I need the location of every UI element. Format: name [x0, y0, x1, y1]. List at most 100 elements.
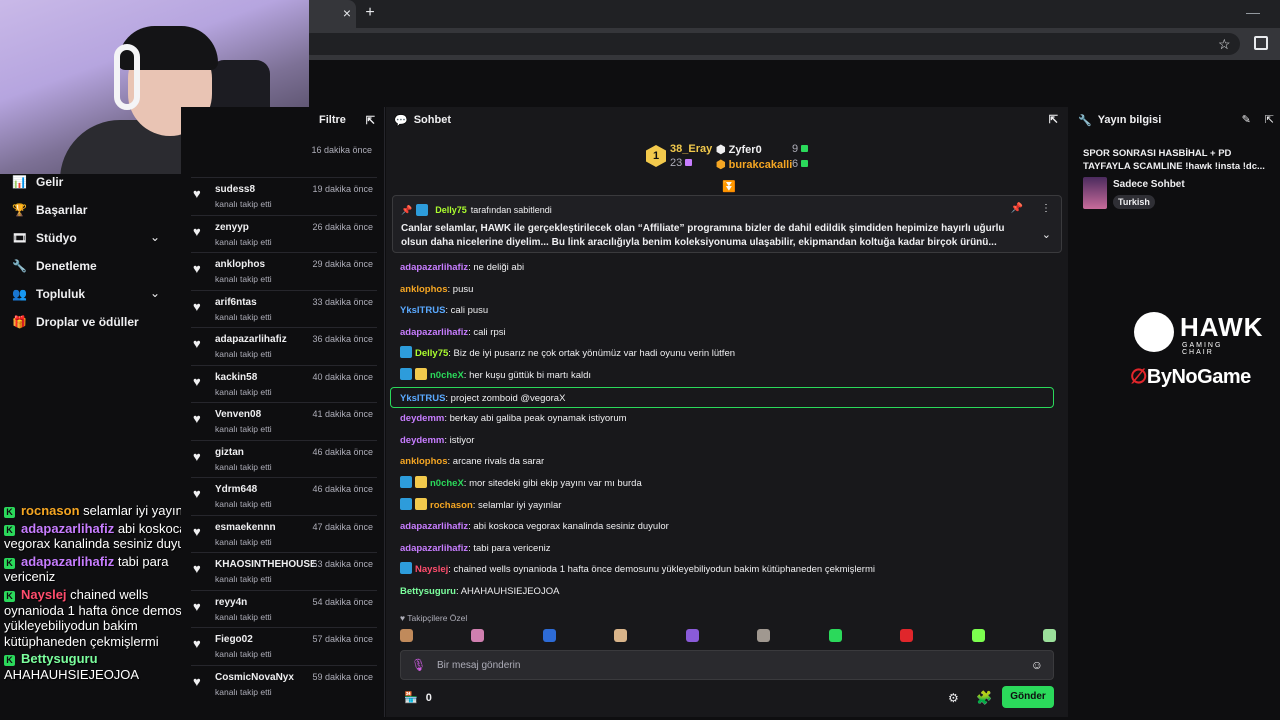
address-bar[interactable] [300, 33, 1240, 55]
popout-icon[interactable]: ⇱ [1265, 113, 1274, 126]
chat-message[interactable]: adapazarlihafiz: cali rpsi [396, 322, 1058, 344]
feed-username[interactable]: adapazarlihafiz [215, 334, 287, 345]
extensions-icon[interactable] [1254, 36, 1268, 50]
feed-row[interactable]: ♥ Venven08 kanalı takip etti 41 dakika önce [191, 402, 377, 440]
chevron-down-icon[interactable]: ⌄ [150, 286, 160, 300]
chat-message[interactable]: YksITRUS: cali pusu [396, 300, 1058, 322]
feed-row[interactable]: ♥ arif6ntas kanalı takip etti 33 dakika önc… [191, 289, 377, 328]
send-button[interactable]: Gönder [1002, 686, 1054, 708]
feed-row[interactable]: ♥ zenyyp kanalı takip etti 26 dakika önce [191, 214, 377, 253]
chat-username[interactable]: Nayslej [415, 564, 448, 575]
chat-leaderboard[interactable]: 1 38_Eray 23 ⬢ Zyfer0 9 ⬢ burakcakalli 6 [646, 141, 826, 171]
new-tab-icon[interactable]: + [362, 5, 378, 21]
feed-username[interactable]: Fiego02 [215, 634, 253, 645]
chat-message[interactable]: n0cheX: mor sitedeki gibi ekip yayını va… [396, 473, 1058, 495]
feed-row[interactable]: ♥ esmaekennn kanalı takip etti 47 dakika ön… [191, 514, 377, 553]
feed-username[interactable]: Ydrm648 [215, 484, 257, 495]
chat-message[interactable]: n0cheX: her kuşu güttük bi martı kaldı [396, 365, 1058, 387]
emote-icon[interactable] [685, 629, 699, 642]
emote-icon[interactable] [1042, 629, 1056, 642]
nav-item[interactable]: 🎁 Droplar ve ödüller [12, 314, 139, 330]
chat-message[interactable]: deydemm: berkay abi galiba peak oynamak … [396, 408, 1058, 430]
feed-row[interactable]: ♥ Fiego02 kanalı takip etti 57 dakika önce [191, 627, 377, 665]
emote-icon[interactable] [828, 629, 842, 642]
feed-row[interactable]: ♥ adapazarlihafiz kanalı takip etti 36 daki… [191, 327, 377, 365]
chat-message[interactable]: deydemm: istiyor [396, 430, 1058, 452]
chat-username[interactable]: n0cheX [430, 478, 464, 489]
chat-input[interactable]: 🎙 Bir mesaj gönderin ☺ [400, 650, 1054, 680]
chat-username[interactable]: Delly75 [415, 348, 448, 359]
chat-message[interactable]: Nayslej: chained wells oynanioda 1 hafta… [396, 559, 1058, 581]
emote-icon[interactable] [400, 629, 413, 642]
chat-message[interactable]: anklophos: arcane rivals da sarar [396, 451, 1058, 473]
emote-icon[interactable] [542, 629, 556, 642]
feed-username[interactable]: CosmicNovaNyx [215, 672, 294, 683]
chat-username[interactable]: adapazarlihafiz [400, 521, 468, 532]
emote-icon[interactable] [900, 629, 914, 642]
unpin-icon[interactable]: 📌 [1011, 203, 1023, 214]
feed-username[interactable]: kackin58 [215, 372, 257, 383]
minimize-icon[interactable]: — [1246, 4, 1260, 20]
feed-row[interactable]: ♥ giztan kanalı takip etti 46 dakika önce [191, 439, 377, 478]
chat-username[interactable]: anklophos [400, 284, 448, 295]
feed-username[interactable]: Venven08 [215, 409, 261, 420]
chat-message[interactable]: Bettysuguru: AHAHAUHSIEJEOJOA [396, 581, 1058, 603]
chat-username[interactable]: adapazarlihafiz [400, 543, 468, 554]
feed-filter-label[interactable]: Filtre [319, 114, 346, 126]
stream-tag[interactable]: Turkish [1113, 195, 1155, 209]
chat-username[interactable]: deydemm [400, 435, 444, 446]
chat-message[interactable]: adapazarlihafiz: abi koskoca vegorax kan… [396, 516, 1058, 538]
feed-username[interactable]: esmaekennn [215, 522, 276, 533]
feed-username[interactable]: reyy4n [215, 597, 247, 608]
emote-icon[interactable] [471, 629, 485, 642]
feed-row[interactable]: ♥ kackin58 kanalı takip etti 40 dakika önce [191, 364, 377, 403]
chevron-down-icon[interactable]: ⌄ [1042, 228, 1051, 241]
edit-pencil-icon[interactable]: ✎ [1242, 113, 1251, 126]
emoji-picker-icon[interactable]: ☺ [1031, 658, 1043, 672]
chat-username[interactable]: YksITRUS [400, 393, 445, 404]
nav-item[interactable]: 🏆 Başarılar [12, 202, 87, 218]
feed-username[interactable]: sudess8 [215, 184, 255, 195]
chat-popout-icon[interactable]: ⇱ [1049, 113, 1058, 126]
feed-username[interactable]: zenyyp [215, 222, 249, 233]
feed-row[interactable]: ♥ sudess8 kanalı takip etti 19 dakika önce [191, 177, 377, 215]
popout-icon[interactable]: ⇱ [366, 114, 375, 127]
stream-category[interactable]: Sadece Sohbet [1113, 179, 1185, 190]
emote-icon[interactable] [757, 629, 771, 642]
feed-username[interactable]: KHAOSINTHEHOUSE [215, 559, 317, 570]
chat-username[interactable]: n0cheX [430, 370, 464, 381]
chat-settings-icon[interactable]: ⚙ [948, 691, 959, 705]
chat-username[interactable]: deydemm [400, 413, 444, 424]
emote-icon[interactable] [971, 629, 985, 642]
chat-username[interactable]: Bettysuguru [400, 586, 456, 597]
expand-icon[interactable]: ⏬ [722, 180, 736, 193]
chat-message[interactable]: rochason: selamlar iyi yayınlar [396, 495, 1058, 517]
feed-row[interactable]: ♥ anklophos kanalı takip etti 29 dakika önc… [191, 252, 377, 290]
chat-message[interactable]: YksITRUS: project zomboid @vegoraX [390, 386, 1054, 409]
category-thumbnail[interactable] [1083, 177, 1107, 209]
microphone-icon[interactable]: 🎙 [411, 658, 426, 672]
nav-item[interactable]: 👥 Topluluk [12, 286, 85, 302]
nav-item[interactable]: 🔧 Denetleme [12, 258, 97, 274]
nav-item[interactable]: 📊 Gelir [12, 174, 63, 190]
chat-username[interactable]: adapazarlihafiz [400, 327, 468, 338]
chat-message[interactable]: adapazarlihafiz: tabi para vericeniz [396, 538, 1058, 560]
chat-username[interactable]: rochason [430, 500, 473, 511]
chat-username[interactable]: anklophos [400, 456, 448, 467]
feed-row[interactable]: ♥ reyy4n kanalı takip etti 54 dakika önce [191, 589, 377, 628]
feed-row[interactable]: ♥ KHAOSINTHEHOUSE kanalı takip etti 53 daki… [191, 552, 377, 590]
chat-message[interactable]: adapazarlihafiz: ne deliği abi [396, 257, 1058, 279]
feed-row[interactable]: ♥ CosmicNovaNyx kanalı takip etti 59 dakika… [191, 664, 377, 703]
extensions-puzzle-icon[interactable]: 🧩 [976, 690, 992, 706]
emote-icon[interactable] [614, 629, 628, 642]
feed-username[interactable]: anklophos [215, 259, 265, 270]
tab-close-icon[interactable]: × [340, 6, 354, 20]
pinned-by-user[interactable]: Delly75 [435, 205, 467, 215]
feed-row[interactable]: ♥ Ydrm648 kanalı takip etti 46 dakika önce [191, 477, 377, 515]
chat-username[interactable]: adapazarlihafiz [400, 262, 468, 273]
pinned-message[interactable]: 📌 Delly75 tarafından sabitlendi Canlar s… [392, 195, 1062, 253]
bookmark-star-icon[interactable]: ☆ [1218, 36, 1231, 53]
chat-message[interactable]: Delly75: Biz de iyi pusarız ne çok ortak… [396, 343, 1058, 365]
more-options-icon[interactable]: ⋮ [1041, 203, 1051, 214]
chat-username[interactable]: YksITRUS [400, 305, 445, 316]
